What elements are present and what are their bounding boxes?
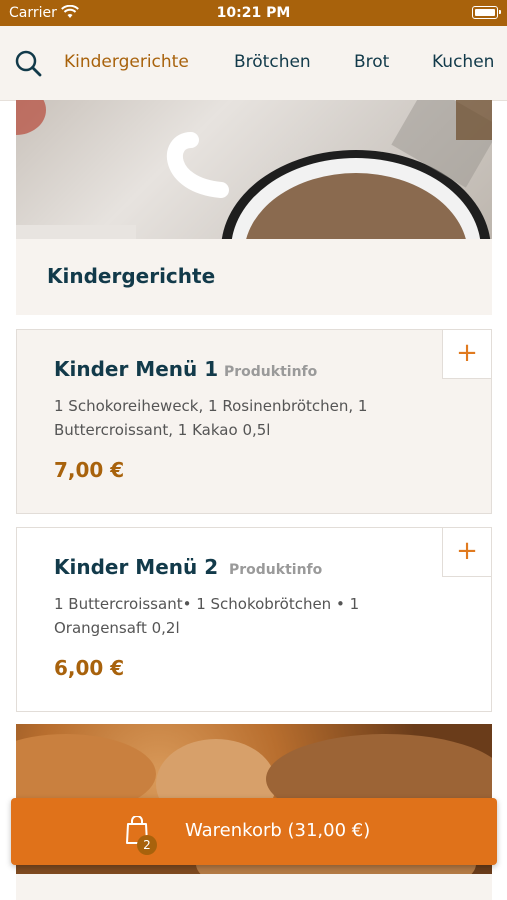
cart-button-label: Warenkorb (31,00 €): [185, 820, 371, 841]
tab-brot[interactable]: Brot: [354, 52, 389, 72]
coffee-cup-illustration: [16, 100, 492, 239]
product-name: Kinder Menü 2: [54, 555, 219, 579]
product-card[interactable]: Kinder Menü 2 Produktinfo 1 Buttercroiss…: [16, 527, 492, 712]
tab-kuchen[interactable]: Kuchen: [432, 52, 494, 72]
section-title: Kindergerichte: [47, 264, 216, 288]
product-price: 6,00 €: [54, 656, 125, 680]
section-image-coffee: [16, 100, 492, 239]
product-description: 1 Schokoreiheweck, 1 Rosinenbrötchen, 1 …: [54, 397, 368, 439]
product-card[interactable]: Kinder Menü 1 Produktinfo 1 Schokoreihew…: [16, 329, 492, 514]
product-description: 1 Buttercroissant• 1 Schokobrötchen • 1 …: [54, 595, 360, 637]
tab-broetchen[interactable]: Brötchen: [234, 52, 311, 72]
product-name: Kinder Menü 1: [54, 357, 219, 381]
cart-count-badge: 2: [137, 835, 157, 855]
section-header: Kindergerichte: [16, 239, 492, 315]
cart-button[interactable]: 2 Warenkorb (31,00 €): [11, 798, 497, 865]
next-section-header: [16, 874, 492, 900]
product-info-link[interactable]: Produktinfo: [229, 562, 322, 578]
add-to-cart-button[interactable]: +: [442, 330, 491, 379]
clock: 10:21 PM: [216, 5, 291, 21]
add-to-cart-button[interactable]: +: [442, 528, 491, 577]
product-price: 7,00 €: [54, 458, 125, 482]
status-bar: Carrier 10:21 PM: [0, 0, 507, 26]
battery-icon: [472, 6, 501, 19]
category-nav: Kindergerichte Brötchen Brot Kuchen: [0, 26, 507, 101]
search-icon[interactable]: [14, 49, 42, 77]
product-info-link[interactable]: Produktinfo: [224, 364, 317, 380]
tab-kindergerichte[interactable]: Kindergerichte: [64, 52, 189, 72]
